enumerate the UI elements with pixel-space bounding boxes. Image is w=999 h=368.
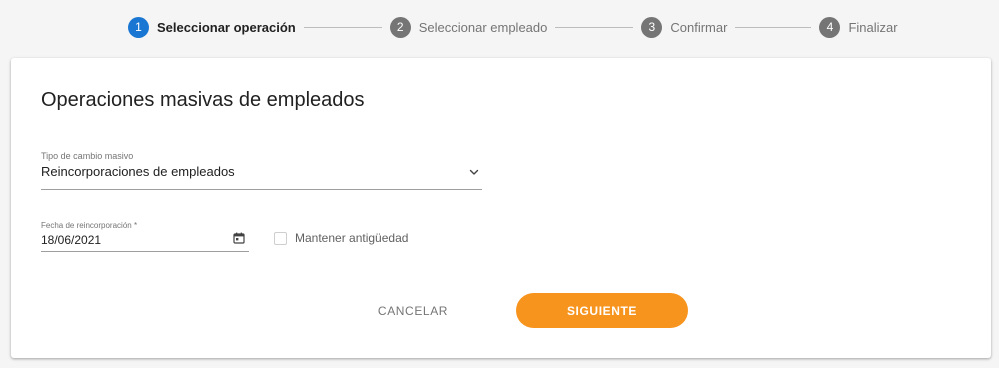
- step-connector: [735, 26, 812, 28]
- keep-seniority-label: Mantener antigüedad: [295, 231, 409, 245]
- reinstatement-date-field: Fecha de reincorporación *: [41, 221, 249, 252]
- chevron-down-icon: [469, 169, 479, 175]
- calendar-icon[interactable]: [233, 232, 245, 244]
- checkbox-box[interactable]: [274, 231, 287, 245]
- page-title: Operaciones masivas de empleados: [41, 89, 365, 111]
- keep-seniority-checkbox[interactable]: Mantener antigüedad: [274, 231, 408, 245]
- reinstatement-date-label: Fecha de reincorporación *: [41, 221, 138, 230]
- step-confirm[interactable]: 3 Confirmar: [641, 16, 728, 38]
- step-connector: [555, 26, 634, 28]
- stepper: 1 Seleccionar operación 2 Seleccionar em…: [128, 16, 898, 38]
- cancel-button[interactable]: CANCELAR: [357, 294, 469, 328]
- step-select-employee[interactable]: 2 Seleccionar empleado: [389, 16, 548, 38]
- step-label-1: Seleccionar operación: [157, 19, 296, 35]
- step-label-2: Seleccionar empleado: [418, 19, 548, 35]
- reinstatement-date-input[interactable]: [41, 233, 221, 247]
- step-number-4: 4: [819, 16, 841, 38]
- step-number-3: 3: [641, 16, 663, 38]
- step-label-4: Finalizar: [848, 19, 898, 35]
- step-label-3: Confirmar: [670, 19, 728, 35]
- step-finish[interactable]: 4 Finalizar: [819, 16, 898, 38]
- next-button[interactable]: SIGUIENTE: [516, 293, 688, 328]
- step-number-2: 2: [389, 16, 411, 38]
- operation-card: Operaciones masivas de empleados Tipo de…: [11, 58, 991, 358]
- step-connector: [303, 26, 382, 28]
- step-select-operation[interactable]: 1 Seleccionar operación: [128, 16, 296, 38]
- change-type-label: Tipo de cambio masivo: [41, 151, 134, 161]
- change-type-select[interactable]: Tipo de cambio masivo Reincorporaciones …: [41, 151, 482, 190]
- step-number-1: 1: [128, 16, 149, 38]
- change-type-value: Reincorporaciones de empleados: [41, 164, 235, 179]
